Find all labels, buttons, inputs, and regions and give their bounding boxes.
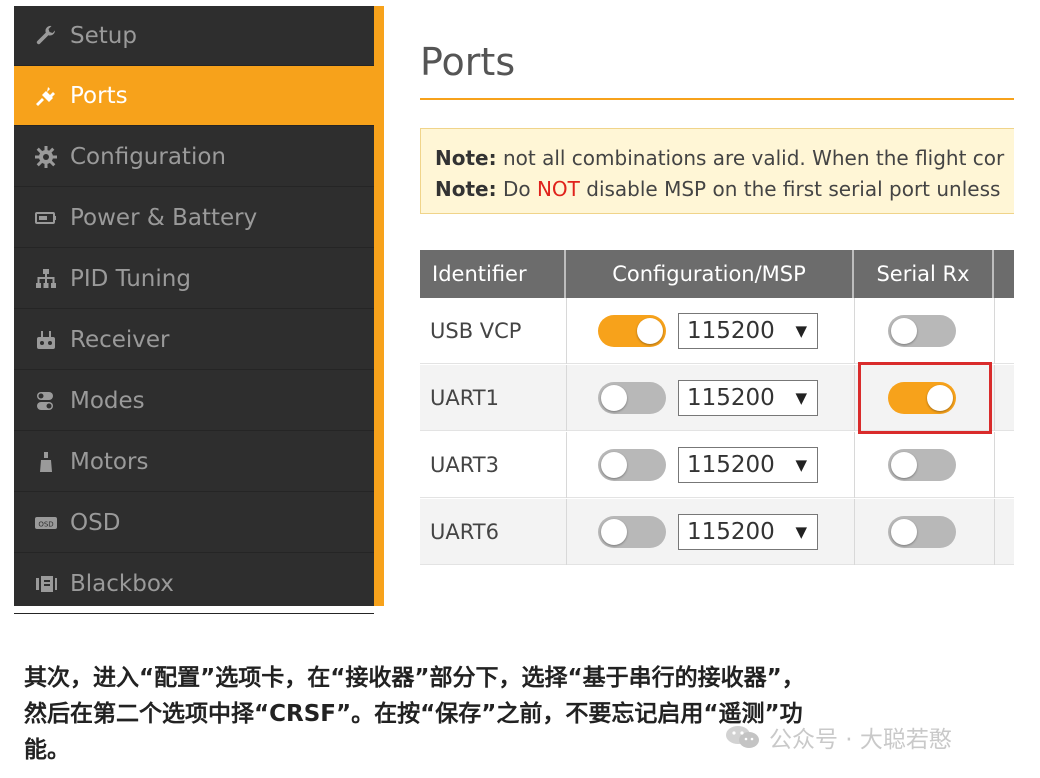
msp-toggle[interactable] bbox=[598, 449, 666, 481]
header-serial-rx: Serial Rx bbox=[854, 250, 994, 298]
port-identifier: UART1 bbox=[430, 386, 499, 410]
column-divider bbox=[854, 298, 855, 364]
watermark: 公众号 · 大聪若憨 bbox=[725, 720, 952, 754]
column-divider bbox=[854, 499, 855, 565]
header-identifier: Identifier bbox=[420, 250, 566, 298]
msp-toggle[interactable] bbox=[598, 315, 666, 347]
modes-icon bbox=[32, 389, 60, 413]
serial-rx-toggle[interactable] bbox=[888, 449, 956, 481]
watermark-text: 公众号 · 大聪若憨 bbox=[769, 727, 952, 753]
sidebar-item-label: Setup bbox=[70, 22, 137, 49]
sidebar-item-osd[interactable]: OSD OSD bbox=[14, 493, 374, 553]
svg-text:OSD: OSD bbox=[38, 520, 53, 528]
receiver-icon bbox=[32, 328, 60, 352]
note-text: not all combinations are valid. When the… bbox=[496, 146, 1005, 170]
sidebar-item-ports[interactable]: Ports bbox=[14, 66, 374, 126]
sidebar-item-label: OSD bbox=[70, 509, 121, 536]
column-divider bbox=[566, 499, 567, 565]
gear-icon bbox=[32, 145, 60, 169]
highlight-box bbox=[858, 362, 992, 434]
msp-toggle[interactable] bbox=[598, 516, 666, 548]
dropdown-arrow-icon: ▼ bbox=[795, 456, 807, 474]
note-text-post: disable MSP on the first serial port unl… bbox=[579, 177, 1001, 201]
blackbox-icon bbox=[32, 572, 60, 596]
note-line-2: Note: Do NOT disable MSP on the first se… bbox=[435, 174, 1014, 205]
sidebar-item-label: Receiver bbox=[70, 326, 170, 353]
toggle-knob bbox=[601, 385, 627, 411]
note-label: Note: bbox=[435, 177, 497, 201]
sidebar-item-label: Ports bbox=[70, 82, 128, 109]
sidebar-item-receiver[interactable]: Receiver bbox=[14, 310, 374, 370]
sidebar-item-power-battery[interactable]: Power & Battery bbox=[14, 188, 374, 248]
column-divider bbox=[854, 365, 855, 431]
column-divider bbox=[994, 432, 995, 498]
column-divider bbox=[854, 432, 855, 498]
note-text-highlight: NOT bbox=[536, 177, 580, 201]
dropdown-arrow-icon: ▼ bbox=[795, 523, 807, 541]
serial-rx-toggle[interactable] bbox=[888, 315, 956, 347]
column-divider bbox=[994, 298, 995, 364]
table-header: Identifier Configuration/MSP Serial Rx bbox=[420, 250, 1014, 298]
caption-line-1: 其次，进入“配置”选项卡，在“接收器”部分下，选择“基于串行的接收器”， bbox=[24, 665, 805, 691]
baud-rate-select[interactable]: 115200 ▼ bbox=[678, 447, 818, 483]
column-divider bbox=[566, 365, 567, 431]
toggle-knob bbox=[891, 519, 917, 545]
msp-toggle[interactable] bbox=[598, 382, 666, 414]
osd-icon: OSD bbox=[32, 511, 60, 535]
column-divider bbox=[566, 298, 567, 364]
column-divider bbox=[994, 365, 995, 431]
table-row: USB VCP 115200 ▼ bbox=[420, 298, 1014, 364]
sidebar-accent-edge bbox=[374, 6, 384, 606]
baud-rate-value: 115200 bbox=[687, 318, 775, 344]
column-divider bbox=[566, 432, 567, 498]
sidebar-item-label: Power & Battery bbox=[70, 204, 258, 231]
page-title: Ports bbox=[420, 40, 516, 84]
baud-rate-value: 115200 bbox=[687, 519, 775, 545]
sidebar-item-label: Modes bbox=[70, 387, 145, 414]
table-row: UART3 115200 ▼ bbox=[420, 432, 1014, 498]
sidebar-item-motors[interactable]: Motors bbox=[14, 432, 374, 492]
toggle-knob bbox=[601, 519, 627, 545]
table-row: UART6 115200 ▼ bbox=[420, 499, 1014, 565]
motor-icon bbox=[32, 450, 60, 474]
sidebar-item-label: PID Tuning bbox=[70, 265, 191, 292]
toggle-knob bbox=[637, 318, 663, 344]
note-label: Note: bbox=[435, 146, 497, 170]
sidebar-item-label: Blackbox bbox=[70, 570, 174, 597]
sidebar-item-label: Configuration bbox=[70, 143, 226, 170]
serial-rx-toggle[interactable] bbox=[888, 516, 956, 548]
sidebar: Setup Ports Configuration Power & Batter… bbox=[14, 6, 384, 614]
port-identifier: UART6 bbox=[430, 520, 499, 544]
sidebar-item-setup[interactable]: Setup bbox=[14, 6, 374, 66]
dropdown-arrow-icon: ▼ bbox=[795, 322, 807, 340]
toggle-knob bbox=[601, 452, 627, 478]
sidebar-item-blackbox[interactable]: Blackbox bbox=[14, 554, 374, 614]
sidebar-item-configuration[interactable]: Configuration bbox=[14, 127, 374, 187]
baud-rate-value: 115200 bbox=[687, 385, 775, 411]
toggle-knob bbox=[891, 452, 917, 478]
header-configuration-msp: Configuration/MSP bbox=[566, 250, 854, 298]
notes-box: Note: not all combinations are valid. Wh… bbox=[420, 128, 1014, 214]
baud-rate-value: 115200 bbox=[687, 452, 775, 478]
pid-tree-icon bbox=[32, 267, 60, 291]
port-identifier: UART3 bbox=[430, 453, 499, 477]
battery-icon bbox=[32, 206, 60, 230]
wechat-icon bbox=[726, 726, 759, 748]
baud-rate-select[interactable]: 115200 ▼ bbox=[678, 313, 818, 349]
column-divider bbox=[994, 499, 995, 565]
port-identifier: USB VCP bbox=[430, 319, 522, 343]
sidebar-item-pid-tuning[interactable]: PID Tuning bbox=[14, 249, 374, 309]
wrench-icon bbox=[32, 24, 60, 48]
toggle-knob bbox=[891, 318, 917, 344]
note-line-1: Note: not all combinations are valid. Wh… bbox=[435, 143, 1014, 174]
plug-icon bbox=[32, 84, 60, 108]
sidebar-item-label: Motors bbox=[70, 448, 149, 475]
note-text-pre: Do bbox=[496, 177, 537, 201]
baud-rate-select[interactable]: 115200 ▼ bbox=[678, 380, 818, 416]
sidebar-item-modes[interactable]: Modes bbox=[14, 371, 374, 431]
title-underline bbox=[420, 98, 1014, 100]
dropdown-arrow-icon: ▼ bbox=[795, 389, 807, 407]
baud-rate-select[interactable]: 115200 ▼ bbox=[678, 514, 818, 550]
